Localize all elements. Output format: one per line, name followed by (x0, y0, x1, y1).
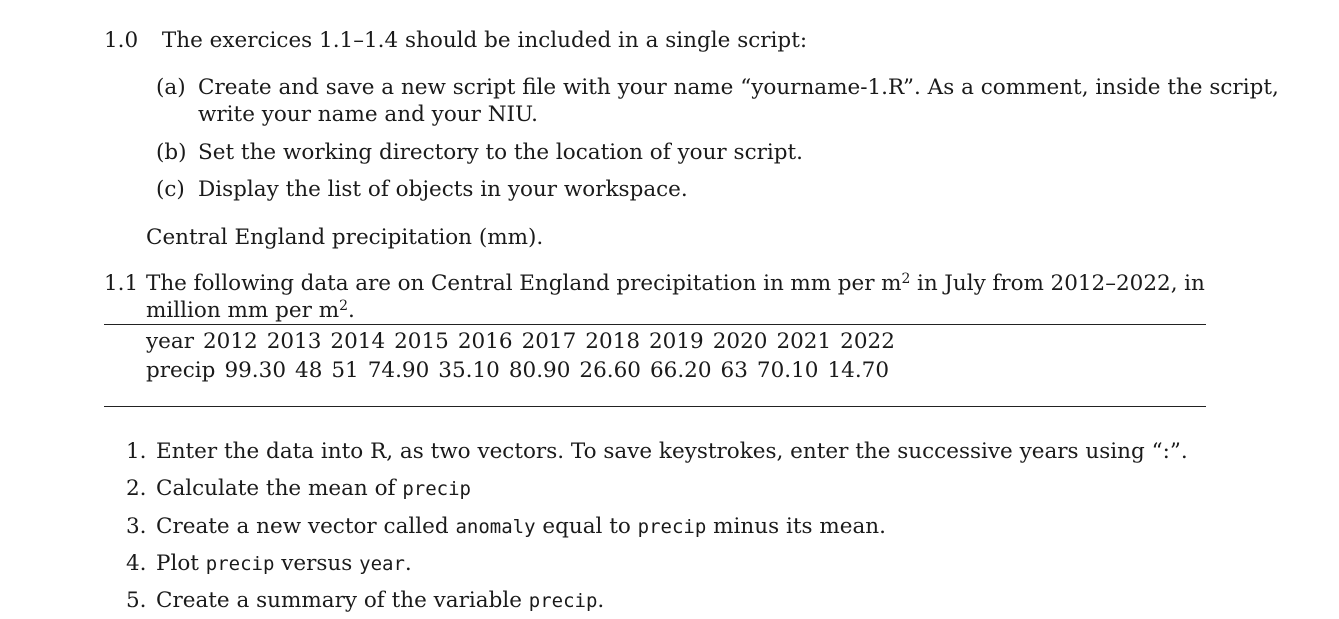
exercise-word: m2 (881, 271, 911, 296)
setup-item-c-text: Display the list of objects in your work… (198, 177, 688, 202)
exercise-word: England (519, 271, 610, 296)
exercise-line2-prefix: million mm per m (146, 298, 340, 323)
setup-item-a-line1: Create and save a new script file with y… (198, 75, 1279, 100)
task-text-part: Plot (156, 551, 206, 576)
precip-cell: 51 (331, 358, 359, 383)
setup-item-a-label: (a) (156, 75, 186, 100)
table-row-year: year 2012 2013 2014 2015 2016 2017 2018 2019 2020… (146, 328, 904, 356)
exercise-number: 1.1 (104, 271, 139, 296)
year-cell: 2017 (521, 329, 577, 354)
exercise-line2-suffix: . (348, 298, 355, 323)
year-cell: 2015 (394, 329, 449, 354)
exercise-word: July (944, 271, 986, 296)
code-token: year (359, 553, 405, 575)
exercise-line2-sup: 2 (339, 298, 349, 314)
task-text: Create a new vector called anomaly equal… (156, 513, 886, 541)
year-cell: 2013 (266, 329, 322, 354)
setup-item-b-text: Set the working directory to the locatio… (198, 140, 804, 165)
precip-cell: 70.10 (756, 358, 819, 383)
exercise-word: 2012–2022, (1050, 271, 1178, 296)
table-caption: Central England precipitation (mm). (146, 225, 544, 250)
year-cell: 2022 (840, 329, 895, 354)
task-text-part: Create a summary of the variable (156, 588, 529, 613)
task-number: 1. (126, 439, 147, 464)
exercise-word: precipitation (616, 271, 757, 296)
exercise-word: from (992, 271, 1044, 296)
task-text-part: equal to (535, 514, 638, 539)
precip-cell: 66.20 (649, 358, 712, 383)
exercise-word: in (1184, 271, 1205, 296)
code-token: precip (637, 516, 707, 538)
setup-item-b-label: (b) (156, 140, 187, 165)
section-text: The exercices 1.1–1.4 should be included… (161, 28, 808, 53)
task-text: Plot precip versus year. (156, 550, 412, 578)
year-cell: 2021 (776, 329, 832, 354)
precip-cell: 35.10 (438, 358, 500, 383)
precip-cell: 14.70 (827, 358, 890, 383)
code-token: anomaly (455, 516, 536, 538)
exercise-text-line2: million mm per m2. (146, 297, 355, 325)
year-cell: 2020 (712, 329, 768, 354)
exercise-word: in (763, 271, 784, 296)
task-text-part: versus (274, 551, 360, 576)
section-number: 1.0 (104, 28, 139, 53)
exercise-word: on (397, 271, 425, 296)
exercise-word: are (355, 271, 392, 296)
exercise-word: data (300, 271, 349, 296)
year-cell: 2016 (457, 329, 513, 354)
task-text-part: Create a new vector called (156, 514, 456, 539)
exercise-word: The (146, 271, 187, 296)
task-number: 3. (126, 514, 147, 539)
setup-item-a-line2: write your name and your NIU. (198, 102, 539, 127)
task-number: 4. (126, 551, 147, 576)
task-text-part: . (404, 551, 412, 576)
precip-cell: 80.90 (508, 358, 571, 383)
year-cell: 2012 (202, 329, 258, 354)
year-cell: 2018 (585, 329, 640, 354)
precip-cell: 63 (720, 358, 748, 383)
precip-label: precip (146, 358, 216, 383)
table-row-precip: precip 99.30 48 51 74.90 35.10 80.90 26.60 66.20… (146, 357, 898, 385)
task-number: 5. (126, 588, 147, 613)
task-number: 2. (126, 476, 147, 501)
exercise-word: per (837, 271, 875, 296)
code-token: precip (402, 478, 471, 500)
task-text: Calculate the mean of precip (156, 475, 471, 503)
task-text: Enter the data into R, as two vectors. T… (156, 438, 1188, 466)
task-text-part: Calculate the mean of (156, 476, 403, 501)
year-cell: 2014 (330, 329, 386, 354)
precip-cell: 48 (295, 358, 323, 383)
precip-cell: 74.90 (367, 358, 430, 383)
precip-cell: 26.60 (579, 358, 641, 383)
section-header: 1.0 The exercices 1.1–1.4 should be incl… (104, 27, 807, 55)
task-text-part: Enter the data into R, as two vectors. T… (156, 439, 1188, 464)
year-cell: 2019 (649, 329, 704, 354)
exercise-word: following (193, 271, 295, 296)
precip-cell: 99.30 (224, 358, 287, 383)
document-page: 1.0 The exercices 1.1–1.4 should be incl… (0, 0, 1339, 619)
table-bottom-rule (104, 406, 1206, 407)
exercise-word: Central (430, 271, 513, 296)
setup-item-c-label: (c) (156, 177, 185, 202)
code-token: precip (205, 553, 275, 575)
table-top-rule (104, 324, 1206, 325)
exercise-text-line1: The following data are on Central England preci… (146, 270, 1205, 298)
exercise-word: in (916, 271, 938, 296)
code-token: precip (528, 590, 598, 612)
exercise-word: mm (790, 271, 832, 296)
task-text-part: . (597, 588, 605, 613)
task-text: Create a summary of the variable precip. (156, 587, 604, 615)
year-label: year (146, 329, 194, 354)
task-text-part: minus its mean. (706, 514, 886, 539)
